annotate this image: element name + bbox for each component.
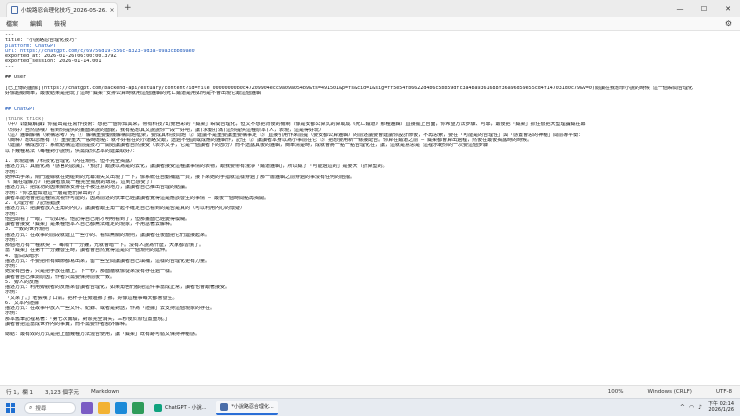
notepad-icon (11, 6, 18, 14)
app-icon[interactable] (132, 401, 144, 414)
minimize-button[interactable]: — (668, 0, 692, 17)
menu-view[interactable]: 檢視 (54, 19, 66, 28)
new-tab-button[interactable]: + (124, 4, 132, 13)
search-icon: ⌕ (29, 403, 33, 411)
tab-close-icon[interactable]: × (107, 7, 117, 14)
maximize-button[interactable]: ☐ (692, 0, 716, 17)
settings-gear-icon[interactable]: ⚙ (725, 19, 732, 28)
system-tray: ^ ◠ ♪ 下午 02:14 2026/1/26 (676, 401, 734, 413)
menu-edit[interactable]: 編輯 (30, 19, 42, 28)
status-char-count: 3,123 個字元 (45, 390, 79, 396)
chevron-up-icon[interactable]: ^ (680, 404, 685, 411)
chatgpt-icon (154, 403, 162, 412)
document-tab[interactable]: 小說路忍合理化技巧_2026-05-26.md × (6, 2, 118, 17)
taskbar-search[interactable]: ⌕ 搜尋 (24, 401, 76, 414)
taskbar-app-notepad-label: *小說路忍合理化... (231, 404, 274, 410)
window-controls: — ☐ ✕ (668, 0, 740, 17)
notepad-taskbar-icon (220, 402, 229, 411)
taskbar-app-chatgpt-label: ChatGPT - 小說... (165, 405, 207, 411)
taskbar-app-chatgpt[interactable]: ChatGPT - 小說... (150, 401, 210, 415)
text-editor-area[interactable]: --- title: "小說路忍合理化技巧" platform: ChatGPT ur… (0, 31, 740, 385)
taskbar-app-notepad[interactable]: *小說路忍合理化... (216, 400, 278, 415)
tab-title: 小說路忍合理化技巧_2026-05-26.md (21, 8, 107, 14)
windows-start-icon[interactable] (6, 402, 16, 413)
status-encoding: UTF-8 (715, 389, 732, 395)
search-placeholder: 搜尋 (35, 405, 47, 412)
taskbar: ⌕ 搜尋 ChatGPT - 小說... *小說路忍合理化... ^ ◠ ♪ 下… (0, 398, 740, 416)
menu-bar: 檔案 編輯 檢視 ⚙ (0, 17, 740, 31)
browser-icon[interactable] (115, 401, 127, 414)
editor-line: 總結：最有效的方式是把上面幾種方法混合使用，讓「藏柔」既有跡可循又保持神秘感。 (5, 332, 201, 338)
system-clock[interactable]: 下午 02:14 2026/1/26 (708, 401, 734, 413)
menu-file[interactable]: 檔案 (6, 19, 18, 28)
status-eol: Windows (CRLF) (647, 389, 692, 395)
file-explorer-icon[interactable] (98, 401, 110, 414)
clock-date: 2026/1/26 (708, 407, 734, 413)
task-view-icon[interactable] (81, 401, 93, 414)
status-zoom: 100% (607, 389, 624, 395)
status-line-col: 行 1，欄 1 (6, 390, 33, 396)
status-bar: 行 1，欄 1 3,123 個字元 Markdown 100% Windows … (0, 385, 740, 398)
volume-icon[interactable]: ♪ (698, 404, 702, 411)
close-button[interactable]: ✕ (716, 0, 740, 17)
wifi-icon[interactable]: ◠ (689, 404, 694, 411)
status-language[interactable]: Markdown (91, 389, 119, 395)
title-bar: 小說路忍合理化技巧_2026-05-26.md × + — ☐ ✕ (0, 0, 740, 17)
